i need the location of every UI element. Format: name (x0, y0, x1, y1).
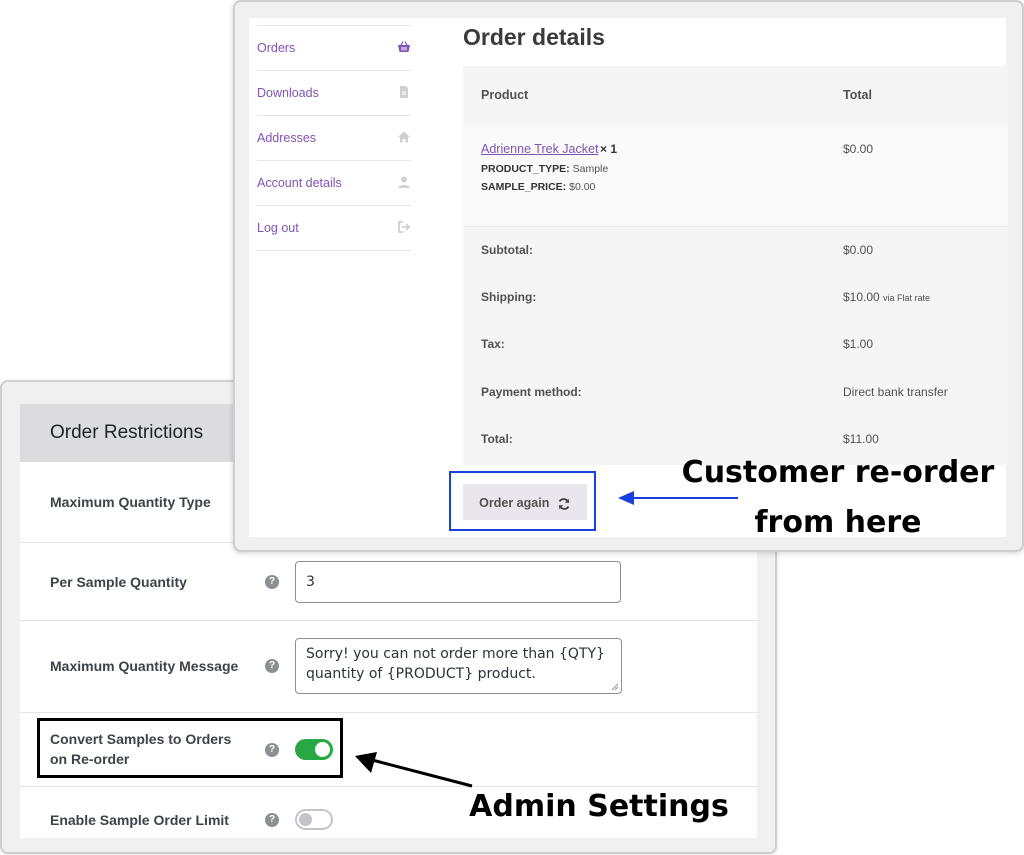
help-icon[interactable]: ? (265, 813, 279, 827)
totals-value: $1.00 (843, 337, 874, 351)
enable-sample-limit-toggle[interactable] (295, 809, 333, 830)
account-navigation: Orders Downloads Addresses Account detai… (257, 25, 411, 251)
home-icon (398, 131, 410, 143)
shipping-method-note: via Flat rate (883, 293, 931, 303)
setting-label: Maximum Quantity Type (50, 494, 211, 510)
nav-item-orders[interactable]: Orders (257, 25, 411, 71)
totals-row-payment-method: Payment method: Direct bank transfer (463, 369, 1008, 416)
totals-label: Tax: (481, 337, 505, 351)
setting-row-per-sample-quantity: Per Sample Quantity ? (20, 542, 757, 621)
per-sample-quantity-input[interactable] (295, 561, 621, 603)
totals-value: Direct bank transfer (843, 385, 948, 399)
setting-row-max-quantity-message: Maximum Quantity Message ? Sorry! you ca… (20, 620, 757, 713)
basket-icon (398, 41, 410, 52)
nav-item-downloads[interactable]: Downloads (257, 71, 411, 116)
totals-row-shipping: Shipping: $10.00 via Flat rate (463, 274, 1008, 321)
order-totals: Subtotal: $0.00 Shipping: $10.00 via Fla… (463, 227, 1008, 465)
order-details-title: Order details (463, 24, 605, 50)
totals-label: Total: (481, 432, 513, 446)
totals-label: Payment method: (481, 385, 582, 399)
annotation-line1: Customer re-order (681, 455, 995, 490)
sign-out-icon (398, 221, 411, 233)
meta-value: Sample (572, 163, 609, 175)
setting-label: Per Sample Quantity (50, 574, 187, 590)
nav-label: Addresses (257, 131, 317, 145)
product-quantity: × 1 (600, 142, 618, 156)
meta-key: PRODUCT_TYPE: (481, 163, 570, 175)
line-item-total: $0.00 (843, 142, 874, 156)
totals-value-wrap: $10.00 via Flat rate (843, 290, 930, 304)
column-header-product: Product (481, 88, 529, 102)
resize-grip-icon[interactable] (611, 683, 619, 691)
meta-key: SAMPLE_PRICE: (481, 181, 567, 193)
totals-value: $0.00 (843, 243, 874, 257)
item-meta-product-type: PRODUCT_TYPE: Sample (481, 163, 608, 175)
admin-section-title: Order Restrictions (50, 422, 204, 443)
totals-row-subtotal: Subtotal: $0.00 (463, 227, 1008, 274)
nav-item-account-details[interactable]: Account details (257, 161, 411, 206)
nav-label: Downloads (257, 86, 319, 100)
annotation-line2: from here (754, 505, 922, 540)
item-meta-sample-price: SAMPLE_PRICE: $0.00 (481, 181, 595, 193)
help-icon[interactable]: ? (265, 659, 279, 673)
product-link[interactable]: Adrienne Trek Jacket (481, 142, 598, 156)
order-again-highlight (449, 471, 596, 531)
setting-label: Maximum Quantity Message (50, 658, 239, 674)
nav-label: Log out (257, 221, 299, 235)
nav-item-log-out[interactable]: Log out (257, 206, 411, 251)
toggle-knob (299, 813, 312, 826)
max-quantity-message-textarea[interactable]: Sorry! you can not order more than {QTY}… (295, 638, 622, 694)
totals-value: $11.00 (843, 432, 879, 446)
help-icon[interactable]: ? (265, 575, 279, 589)
nav-label: Account details (257, 176, 342, 190)
order-table-header: Product Total (463, 66, 1008, 126)
setting-label: Enable Sample Order Limit (50, 812, 229, 828)
nav-item-addresses[interactable]: Addresses (257, 116, 411, 161)
totals-label: Subtotal: (481, 243, 533, 257)
nav-label: Orders (257, 41, 296, 55)
column-header-total: Total (843, 88, 872, 102)
textarea-value: Sorry! you can not order more than {QTY}… (306, 646, 605, 682)
user-icon (398, 176, 410, 188)
customer-reorder-annotation: Customer re-order from here (672, 448, 1004, 548)
order-line-item: Adrienne Trek Jacket × 1 PRODUCT_TYPE: S… (463, 126, 1008, 227)
totals-row-tax: Tax: $1.00 (463, 321, 1008, 368)
totals-value: $10.00 (843, 290, 880, 304)
admin-settings-annotation: Admin Settings (469, 789, 729, 824)
meta-value: $0.00 (569, 181, 596, 193)
file-icon (400, 86, 408, 98)
convert-samples-highlight (37, 718, 343, 778)
totals-label: Shipping: (481, 290, 537, 304)
